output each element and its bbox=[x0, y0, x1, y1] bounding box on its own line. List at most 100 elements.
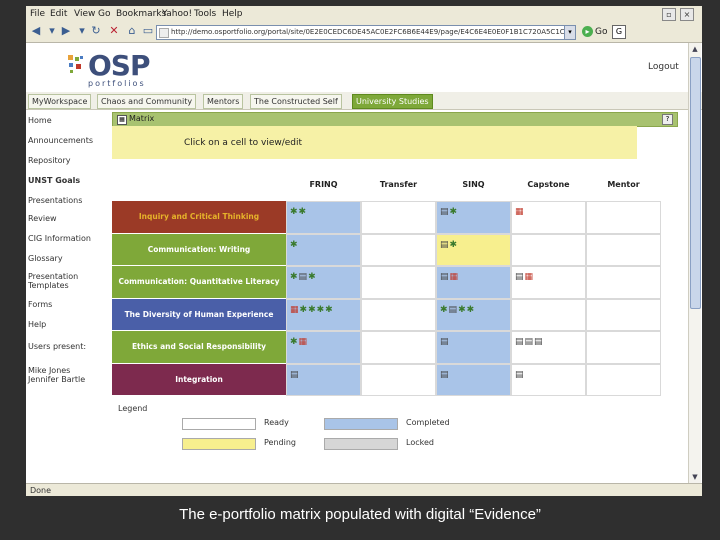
evidence-doc-icon[interactable]: ▤ bbox=[515, 336, 524, 348]
evidence-leaf-icon[interactable]: ✱ bbox=[325, 304, 333, 316]
stop-icon[interactable]: ✕ bbox=[108, 25, 120, 37]
evidence-leaf-icon[interactable]: ✱ bbox=[317, 304, 325, 316]
nav-presentation-templates[interactable]: Presentation Templates bbox=[28, 272, 88, 290]
matrix-cell[interactable] bbox=[586, 298, 661, 331]
nav-announcements[interactable]: Announcements bbox=[28, 136, 93, 145]
evidence-doc-icon[interactable]: ▤ bbox=[440, 206, 449, 218]
matrix-cell[interactable] bbox=[361, 298, 436, 331]
evidence-doc-icon[interactable]: ▤ bbox=[440, 369, 449, 381]
matrix-cell[interactable]: ▤▤▤ bbox=[511, 331, 586, 364]
matrix-cell[interactable] bbox=[361, 331, 436, 364]
close-icon[interactable]: × bbox=[680, 8, 694, 21]
evidence-pdf-icon[interactable]: ▦ bbox=[515, 206, 524, 218]
matrix-cell[interactable]: ✱✱ bbox=[286, 201, 361, 234]
evidence-leaf-icon[interactable]: ✱ bbox=[290, 239, 298, 251]
evidence-pdf-icon[interactable]: ▦ bbox=[450, 271, 459, 283]
menu-view[interactable]: View bbox=[74, 9, 95, 19]
matrix-cell[interactable] bbox=[586, 201, 661, 234]
scrollbar-thumb[interactable] bbox=[690, 57, 701, 309]
evidence-leaf-icon[interactable]: ✱ bbox=[458, 304, 466, 316]
evidence-pdf-icon[interactable]: ▦ bbox=[290, 304, 299, 316]
evidence-leaf-icon[interactable]: ✱ bbox=[308, 271, 316, 283]
nav-presentations[interactable]: Presentations bbox=[28, 196, 82, 205]
matrix-cell[interactable]: ▤ bbox=[286, 363, 361, 396]
help-icon[interactable]: ? bbox=[662, 114, 673, 125]
matrix-cell[interactable]: ✱▤✱ bbox=[286, 266, 361, 299]
matrix-cell[interactable]: ✱▤✱✱ bbox=[436, 298, 511, 331]
evidence-leaf-icon[interactable]: ✱ bbox=[467, 304, 475, 316]
reload-icon[interactable]: ↻ bbox=[90, 25, 102, 37]
evidence-doc-icon[interactable]: ▤ bbox=[440, 239, 449, 251]
matrix-cell[interactable]: ▤▦ bbox=[436, 266, 511, 299]
evidence-doc-icon[interactable]: ▤ bbox=[449, 304, 458, 316]
forward-icon[interactable]: ▶ bbox=[60, 25, 72, 37]
menu-edit[interactable]: Edit bbox=[50, 9, 67, 19]
url-dropdown-icon[interactable]: ▾ bbox=[564, 25, 576, 40]
evidence-doc-icon[interactable]: ▤ bbox=[290, 369, 299, 381]
nav-help[interactable]: Help bbox=[28, 320, 46, 329]
menu-go[interactable]: Go bbox=[98, 9, 110, 19]
nav-repository[interactable]: Repository bbox=[28, 156, 71, 165]
go-button[interactable]: ▸ Go bbox=[582, 25, 612, 39]
matrix-cell[interactable] bbox=[511, 298, 586, 331]
nav-home[interactable]: Home bbox=[28, 116, 52, 125]
evidence-doc-icon[interactable]: ▤ bbox=[515, 369, 524, 381]
evidence-doc-icon[interactable]: ▤ bbox=[440, 271, 449, 283]
matrix-cell[interactable] bbox=[511, 233, 586, 266]
minimize-icon[interactable]: ▫ bbox=[662, 8, 676, 21]
matrix-cell[interactable] bbox=[361, 233, 436, 266]
evidence-doc-icon[interactable]: ▤ bbox=[515, 271, 524, 283]
back-icon[interactable]: ◀ bbox=[30, 25, 42, 37]
menu-yahoo[interactable]: Yahoo! bbox=[162, 9, 192, 19]
evidence-pdf-icon[interactable]: ▦ bbox=[299, 336, 308, 348]
matrix-cell[interactable]: ✱ bbox=[286, 233, 361, 266]
scroll-up-icon[interactable]: ▲ bbox=[690, 44, 700, 54]
evidence-doc-icon[interactable]: ▤ bbox=[534, 336, 543, 348]
matrix-cell[interactable]: ✱▦ bbox=[286, 331, 361, 364]
evidence-leaf-icon[interactable]: ✱ bbox=[308, 304, 316, 316]
menu-help[interactable]: Help bbox=[222, 9, 243, 19]
matrix-cell[interactable]: ▤ bbox=[436, 331, 511, 364]
matrix-cell[interactable]: ▤ bbox=[511, 363, 586, 396]
evidence-leaf-icon[interactable]: ✱ bbox=[290, 271, 298, 283]
tab-mentors[interactable]: Mentors bbox=[203, 94, 244, 109]
nav-review[interactable]: Review bbox=[28, 214, 57, 223]
evidence-leaf-icon[interactable]: ✱ bbox=[300, 304, 308, 316]
matrix-cell[interactable] bbox=[586, 363, 661, 396]
matrix-cell[interactable] bbox=[586, 233, 661, 266]
nav-unst-goals[interactable]: UNST Goals bbox=[28, 176, 80, 185]
evidence-leaf-icon[interactable]: ✱ bbox=[450, 239, 458, 251]
nav-cig-information[interactable]: CIG Information bbox=[28, 234, 91, 243]
nav-glossary[interactable]: Glossary bbox=[28, 254, 63, 263]
tab-university-studies[interactable]: University Studies bbox=[352, 94, 433, 109]
search-provider-icon[interactable]: G bbox=[612, 25, 626, 39]
evidence-leaf-icon[interactable]: ✱ bbox=[299, 206, 307, 218]
evidence-doc-icon[interactable]: ▤ bbox=[299, 271, 308, 283]
matrix-cell[interactable] bbox=[586, 331, 661, 364]
scroll-down-icon[interactable]: ▼ bbox=[690, 472, 700, 482]
forward-dropdown-icon[interactable]: ▾ bbox=[76, 25, 88, 37]
matrix-cell[interactable] bbox=[361, 201, 436, 234]
evidence-leaf-icon[interactable]: ✱ bbox=[450, 206, 458, 218]
evidence-doc-icon[interactable]: ▤ bbox=[525, 336, 534, 348]
tab-chaos-and-community[interactable]: Chaos and Community bbox=[97, 94, 197, 109]
menu-bookmarks[interactable]: Bookmarks bbox=[116, 9, 166, 19]
evidence-leaf-icon[interactable]: ✱ bbox=[440, 304, 448, 316]
matrix-cell[interactable]: ▤▦ bbox=[511, 266, 586, 299]
matrix-cell[interactable]: ▤ bbox=[436, 363, 511, 396]
evidence-doc-icon[interactable]: ▤ bbox=[440, 336, 449, 348]
matrix-cell[interactable]: ▦✱✱✱✱ bbox=[286, 298, 361, 331]
evidence-leaf-icon[interactable]: ✱ bbox=[290, 336, 298, 348]
menu-file[interactable]: File bbox=[30, 9, 45, 19]
menu-tools[interactable]: Tools bbox=[194, 9, 216, 19]
matrix-cell[interactable]: ▦ bbox=[511, 201, 586, 234]
tab-myworkspace[interactable]: MyWorkspace bbox=[28, 94, 92, 109]
evidence-pdf-icon[interactable]: ▦ bbox=[525, 271, 534, 283]
tab-the-constructed-self[interactable]: The Constructed Self bbox=[250, 94, 342, 109]
matrix-cell[interactable] bbox=[361, 266, 436, 299]
logout-link[interactable]: Logout bbox=[648, 62, 679, 72]
address-bar[interactable]: http://demo.osportfolio.org/portal/site/… bbox=[156, 25, 570, 40]
evidence-leaf-icon[interactable]: ✱ bbox=[290, 206, 298, 218]
vertical-scrollbar[interactable]: ▲ ▼ bbox=[688, 43, 701, 483]
back-dropdown-icon[interactable]: ▾ bbox=[46, 25, 58, 37]
